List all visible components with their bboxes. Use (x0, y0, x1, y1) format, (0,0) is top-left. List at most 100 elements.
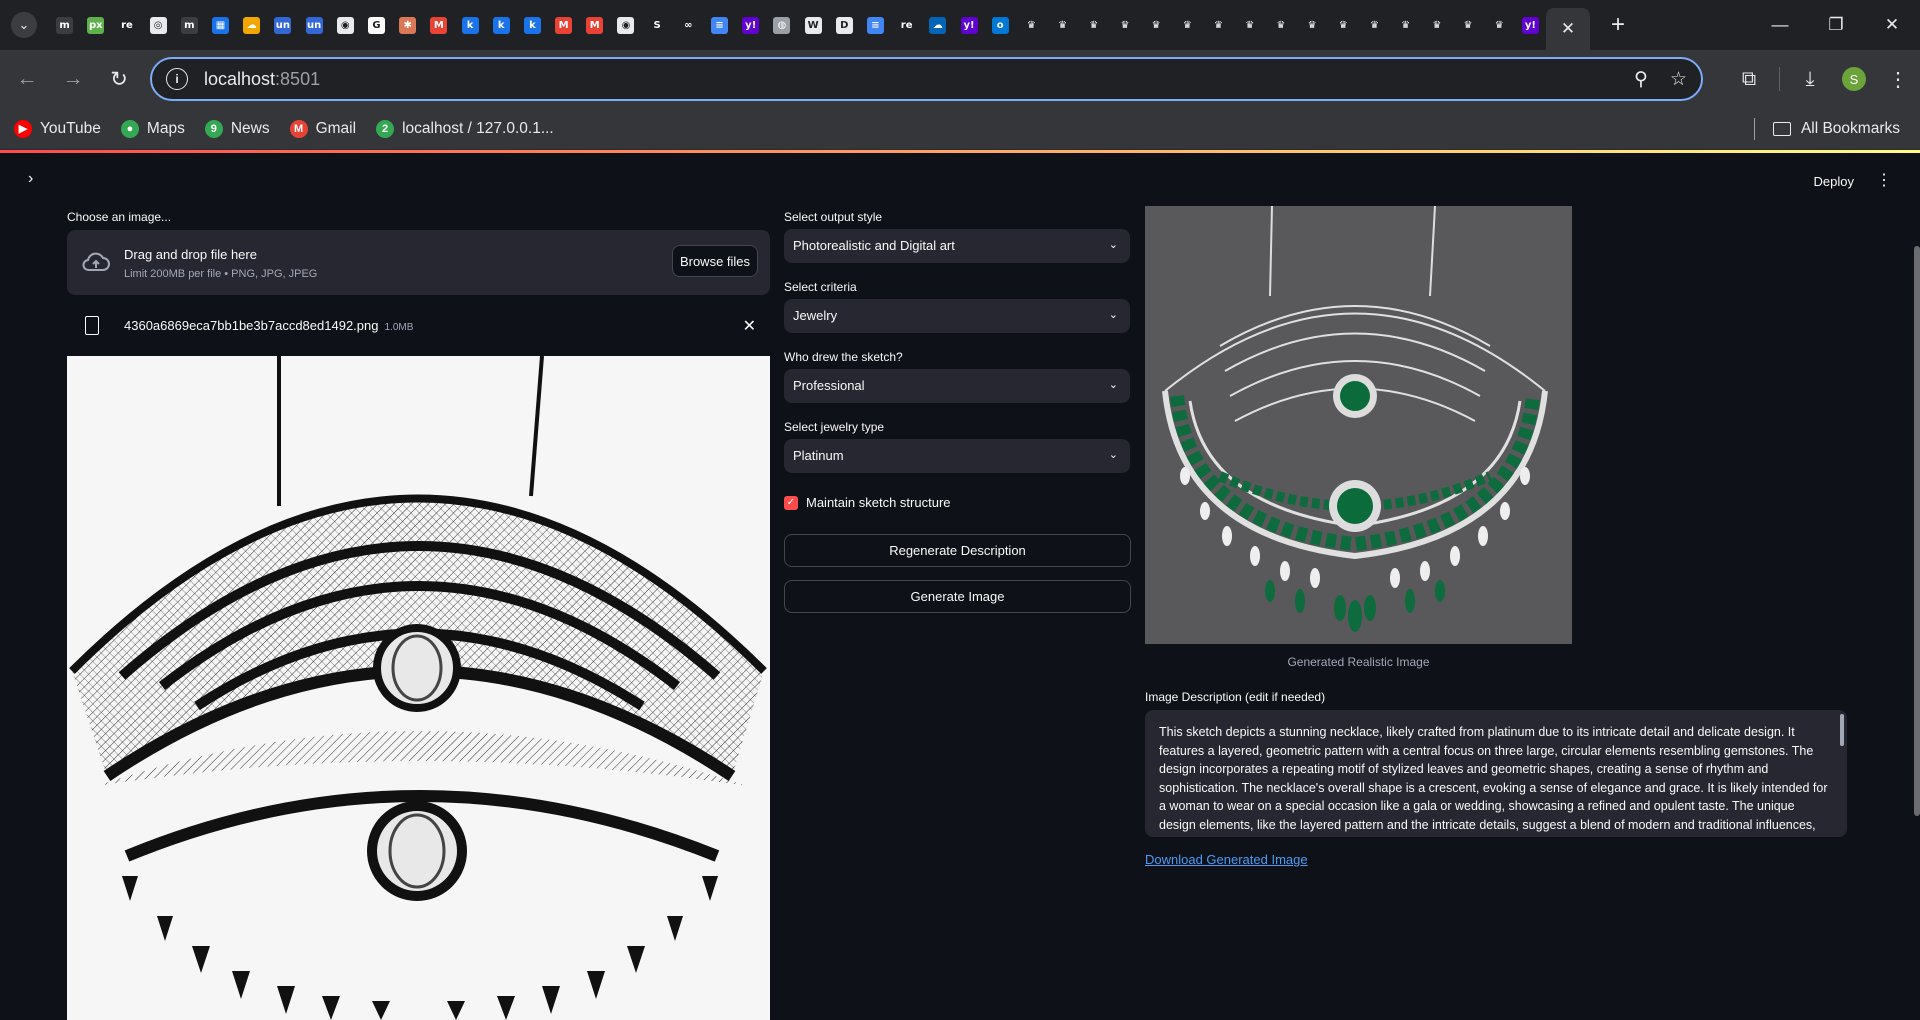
all-bookmarks-button[interactable]: All Bookmarks (1753, 117, 1900, 140)
browser-tab[interactable]: un (267, 0, 298, 50)
download-generated-image-link[interactable]: Download Generated Image (1145, 852, 1308, 867)
browser-tab[interactable]: ◎ (143, 0, 174, 50)
streamlit-app: › Deploy ⋮ Choose an image... Drag and d… (0, 150, 1920, 1020)
browser-tab[interactable]: S (642, 0, 673, 50)
chrome-menu-icon[interactable]: ⋮ (1876, 67, 1920, 92)
browser-tab[interactable]: ≡ (704, 0, 735, 50)
browser-tab[interactable]: ◉ (610, 0, 641, 50)
browser-tab[interactable]: ☁ (236, 0, 267, 50)
bookmark-item[interactable]: ▶ YouTube (14, 119, 101, 138)
maintain-structure-checkbox[interactable]: ✓ Maintain sketch structure (784, 495, 951, 510)
restore-icon[interactable]: ❐ (1808, 0, 1864, 50)
browser-tab[interactable]: ≡ (860, 0, 891, 50)
browser-tab[interactable]: px (80, 0, 111, 50)
active-tab[interactable]: ✕ (1546, 8, 1590, 50)
browser-tab[interactable]: ♛ (1016, 0, 1047, 50)
crown-icon: ♛ (1147, 16, 1165, 34)
browser-tab[interactable]: ☁ (922, 0, 953, 50)
zoom-icon[interactable]: ⚲ (1634, 68, 1648, 91)
generate-image-button[interactable]: Generate Image (784, 580, 1131, 613)
browser-tab[interactable]: M (579, 0, 610, 50)
extensions-icon[interactable]: ⧉ (1727, 68, 1771, 91)
browser-tab[interactable]: k (517, 0, 548, 50)
reload-icon[interactable]: ↻ (100, 60, 138, 98)
site-info-icon[interactable]: i (166, 68, 188, 90)
browser-tab[interactable]: y! (953, 0, 984, 50)
file-dropzone[interactable]: Drag and drop file here Limit 200MB per … (67, 230, 770, 295)
criteria-select[interactable]: Jewelry ⌄ (784, 299, 1130, 333)
browser-tab[interactable]: y! (1515, 0, 1546, 50)
browser-tab[interactable]: ♛ (1390, 0, 1421, 50)
crown-icon: ♛ (1303, 16, 1321, 34)
address-url[interactable]: localhost:8501 (204, 69, 320, 90)
browser-tab[interactable]: ♛ (1265, 0, 1296, 50)
browser-tab[interactable]: ♛ (1234, 0, 1265, 50)
browser-tab[interactable]: o (985, 0, 1016, 50)
drawer-select[interactable]: Professional ⌄ (784, 369, 1130, 403)
browser-tab[interactable]: k (486, 0, 517, 50)
new-tab-button[interactable]: + (1604, 11, 1632, 39)
browser-tab[interactable]: un (299, 0, 330, 50)
browser-tab[interactable]: W (798, 0, 829, 50)
browser-tab[interactable]: ∞ (673, 0, 704, 50)
deploy-button[interactable]: Deploy (1814, 174, 1854, 189)
browse-files-button[interactable]: Browse files (672, 245, 758, 277)
bookmark-item[interactable]: 2 localhost / 127.0.0.1... (376, 119, 554, 138)
regenerate-description-button[interactable]: Regenerate Description (784, 534, 1131, 567)
address-bar[interactable]: i localhost:8501 ⚲ ☆ (150, 57, 1703, 101)
browser-tab[interactable]: re (891, 0, 922, 50)
browser-tab[interactable]: ♛ (1203, 0, 1234, 50)
output-style-select[interactable]: Photorealistic and Digital art ⌄ (784, 229, 1130, 263)
jewelry-type-select[interactable]: Platinum ⌄ (784, 439, 1130, 473)
bookmark-list: ▶ YouTube ● Maps 9 News M Gmail 2 localhost / 127… (0, 119, 560, 138)
bookmark-star-icon[interactable]: ☆ (1670, 68, 1687, 91)
textarea-scrollbar[interactable] (1840, 714, 1844, 746)
browser-tab[interactable]: ♛ (1078, 0, 1109, 50)
browser-tab[interactable]: G (361, 0, 392, 50)
browser-tab[interactable]: re (111, 0, 142, 50)
back-icon[interactable]: ← (8, 60, 46, 98)
browser-tab[interactable]: M (548, 0, 579, 50)
browser-tab[interactable]: ◍ (766, 0, 797, 50)
browser-tab[interactable]: ✱ (392, 0, 423, 50)
browser-tab[interactable]: k (454, 0, 485, 50)
browser-tab[interactable]: ♛ (1452, 0, 1483, 50)
browser-tab[interactable]: y! (735, 0, 766, 50)
main-menu-icon[interactable]: ⋮ (1876, 170, 1892, 190)
bookmark-label: Gmail (315, 119, 357, 137)
browser-tab[interactable]: m (49, 0, 80, 50)
remove-file-icon[interactable]: ✕ (743, 316, 756, 336)
bookmark-label: News (230, 119, 270, 137)
browser-tab[interactable]: M (423, 0, 454, 50)
tab-search-button[interactable]: ⌄ (11, 12, 37, 38)
sidebar-expand-icon[interactable]: › (28, 170, 33, 188)
description-text[interactable]: This sketch depicts a stunning necklace,… (1159, 723, 1831, 837)
close-window-icon[interactable]: ✕ (1864, 0, 1920, 50)
file-icon (85, 316, 99, 335)
bookmark-item[interactable]: 9 News (204, 119, 270, 138)
browser-tab[interactable]: ♛ (1359, 0, 1390, 50)
page-scrollbar[interactable] (1914, 246, 1920, 816)
browser-tab[interactable]: ♛ (1172, 0, 1203, 50)
browser-tab[interactable]: ♛ (1484, 0, 1515, 50)
browser-tab[interactable]: ♛ (1421, 0, 1452, 50)
description-textarea[interactable]: This sketch depicts a stunning necklace,… (1145, 710, 1847, 837)
browser-tab[interactable]: D (829, 0, 860, 50)
profile-avatar[interactable]: S (1842, 67, 1866, 91)
checkmark-icon[interactable]: ✓ (784, 495, 798, 510)
browser-tab[interactable]: ▦ (205, 0, 236, 50)
bookmark-item[interactable]: ● Maps (120, 119, 185, 138)
bookmark-item[interactable]: M Gmail (289, 119, 357, 138)
forward-icon[interactable]: → (54, 60, 92, 98)
browser-tab[interactable]: ♛ (1297, 0, 1328, 50)
browser-tab[interactable]: ♛ (1109, 0, 1140, 50)
downloads-icon[interactable]: ⤓ (1788, 68, 1832, 91)
browser-tab[interactable]: ♛ (1047, 0, 1078, 50)
chevron-down-icon: ⌄ (1108, 379, 1118, 391)
close-tab-icon[interactable]: ✕ (1561, 19, 1575, 39)
browser-tab[interactable]: m (174, 0, 205, 50)
browser-tab[interactable]: ♛ (1328, 0, 1359, 50)
minimize-icon[interactable]: — (1752, 0, 1808, 50)
browser-tab[interactable]: ◉ (330, 0, 361, 50)
browser-tab[interactable]: ♛ (1141, 0, 1172, 50)
